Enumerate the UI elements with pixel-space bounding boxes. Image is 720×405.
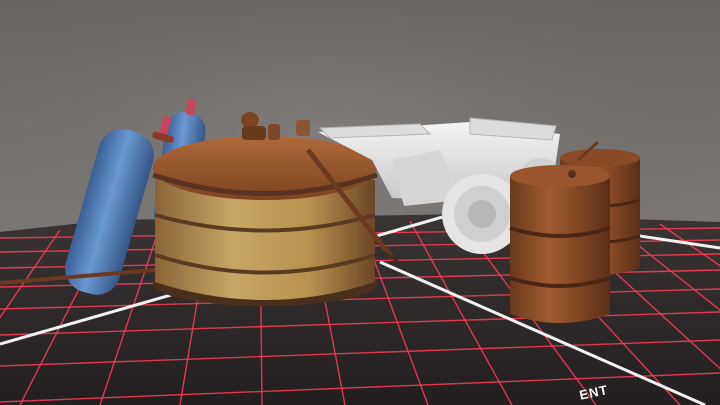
3d-viewport[interactable]: ENT <box>0 0 720 405</box>
scene-render <box>0 0 720 405</box>
rusty-barrel-front <box>509 165 611 323</box>
